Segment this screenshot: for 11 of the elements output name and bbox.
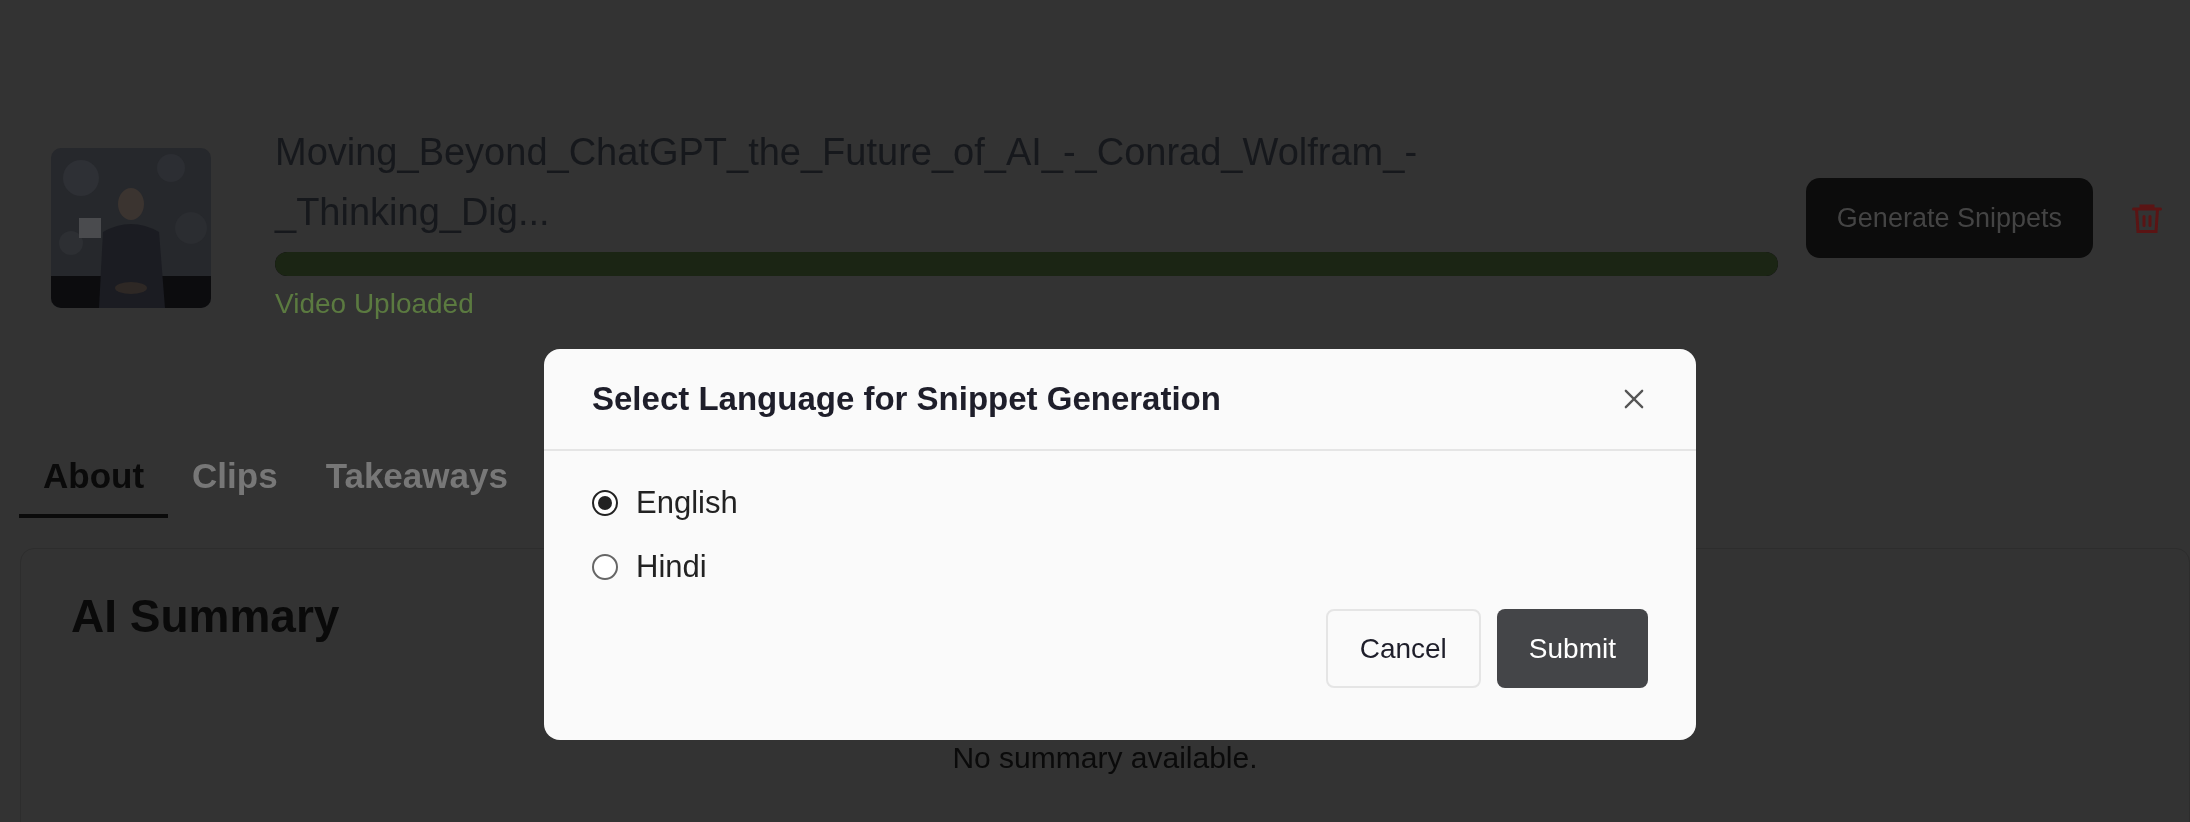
dialog-title: Select Language for Snippet Generation [592, 380, 1221, 418]
option-label: Hindi [636, 549, 707, 585]
tab[interactable]: Clips [168, 442, 302, 518]
cancel-button[interactable]: Cancel [1325, 609, 1481, 688]
tab[interactable]: Takeaways [301, 442, 532, 518]
radio-button[interactable] [592, 554, 618, 580]
option-label: English [636, 485, 738, 521]
generate-snippets-button[interactable]: Generate Snippets [1805, 178, 2093, 258]
upload-status: Video Uploaded [275, 288, 475, 320]
submit-button[interactable]: Submit [1496, 609, 1648, 688]
radio-button[interactable] [592, 490, 618, 516]
